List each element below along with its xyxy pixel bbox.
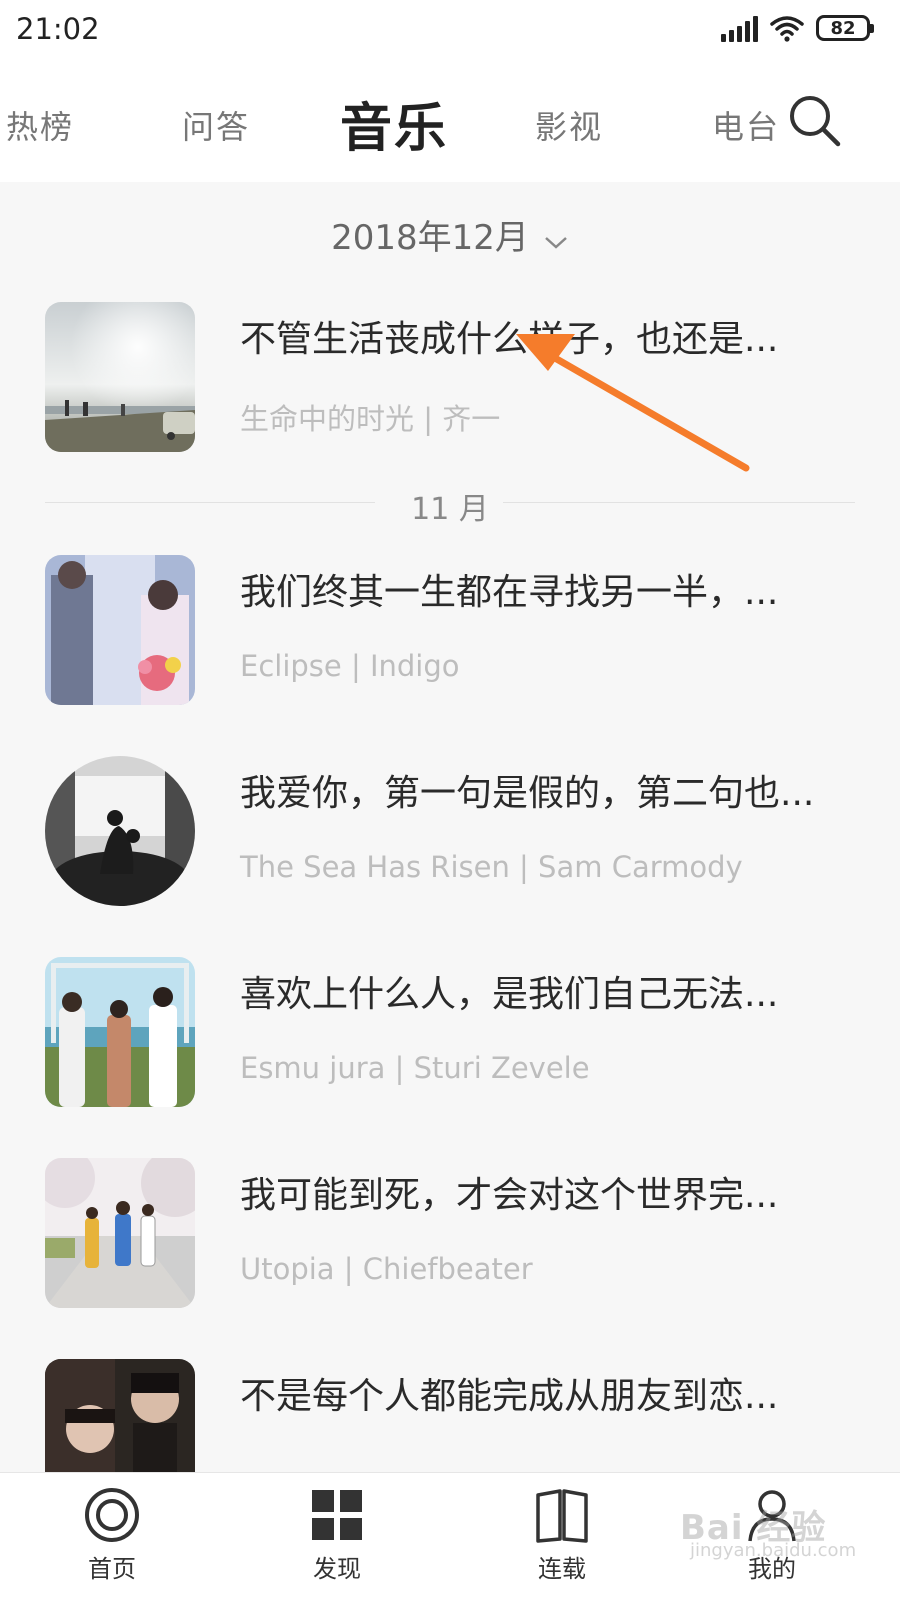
cover-image: [45, 756, 195, 906]
chevron-down-icon: [543, 220, 569, 260]
grid-icon: [309, 1487, 365, 1543]
tab-qa[interactable]: 问答: [182, 102, 250, 148]
battery-level: 82: [830, 17, 856, 39]
tab-music[interactable]: 音乐: [340, 86, 448, 161]
nav-home[interactable]: 首页: [52, 1487, 172, 1584]
music-feed: 2018年12月 不管生活丧成什么样子，也还是... 生命中的时光 | 齐一 1…: [0, 182, 900, 1472]
tab-film[interactable]: 影视: [535, 102, 603, 148]
cover-image: [45, 957, 195, 1107]
item-subtitle: Eclipse | Indigo: [240, 649, 460, 683]
item-subtitle: Esmu jura | Sturi Zevele: [240, 1051, 590, 1085]
cover-image: [45, 302, 195, 452]
nav-discover-label: 发现: [313, 1555, 361, 1583]
signal-icon: [721, 14, 758, 42]
item-title: 我们终其一生都在寻找另一半，...: [240, 572, 779, 613]
item-title: 我可能到死，才会对这个世界完...: [240, 1175, 779, 1216]
search-icon[interactable]: [786, 92, 844, 150]
status-bar: 21:02 82: [0, 0, 900, 64]
list-item[interactable]: 不是每个人都能完成从朋友到恋...: [45, 1359, 865, 1472]
watermark-url: jingyan.baidu.com: [690, 1540, 857, 1561]
month-picker[interactable]: 2018年12月: [0, 210, 900, 260]
battery-indicator: 82: [816, 15, 874, 41]
cover-image: [45, 1158, 195, 1308]
book-icon: [534, 1487, 590, 1543]
nav-discover[interactable]: 发现: [277, 1487, 397, 1584]
item-title: 我爱你，第一句是假的，第二句也...: [240, 773, 815, 814]
status-time: 21:02: [16, 12, 100, 46]
top-nav: 热榜 问答 音乐 影视 电台: [0, 64, 900, 182]
list-item[interactable]: 我可能到死，才会对这个世界完... Utopia | Chiefbeater: [45, 1158, 865, 1308]
month-divider: 11 月: [45, 482, 855, 527]
list-item[interactable]: 不管生活丧成什么样子，也还是... 生命中的时光 | 齐一: [45, 302, 865, 452]
nav-serial-label: 连载: [538, 1555, 586, 1583]
nav-serial[interactable]: 连载: [502, 1487, 622, 1584]
item-title: 不管生活丧成什么样子，也还是...: [240, 319, 779, 360]
list-item[interactable]: 喜欢上什么人，是我们自己无法... Esmu jura | Sturi Zeve…: [45, 957, 865, 1107]
status-icons: 82: [721, 14, 874, 42]
item-subtitle: The Sea Has Risen | Sam Carmody: [240, 850, 743, 884]
item-title: 不是每个人都能完成从朋友到恋...: [240, 1376, 779, 1417]
list-item[interactable]: 我爱你，第一句是假的，第二句也... The Sea Has Risen | S…: [45, 756, 865, 906]
home-ring-icon: [84, 1487, 140, 1543]
divider-label: 11 月: [411, 492, 489, 527]
item-subtitle: Utopia | Chiefbeater: [240, 1252, 533, 1286]
cover-image: [45, 1359, 195, 1472]
cover-image: [45, 555, 195, 705]
item-subtitle: 生命中的时光 | 齐一: [240, 402, 501, 436]
wifi-icon: [770, 14, 804, 42]
tab-hot[interactable]: 热榜: [6, 102, 74, 148]
list-item[interactable]: 我们终其一生都在寻找另一半，... Eclipse | Indigo: [45, 555, 865, 705]
item-title: 喜欢上什么人，是我们自己无法...: [240, 974, 779, 1015]
month-picker-label: 2018年12月: [331, 218, 529, 258]
tab-radio[interactable]: 电台: [712, 102, 780, 148]
nav-home-label: 首页: [88, 1555, 136, 1583]
